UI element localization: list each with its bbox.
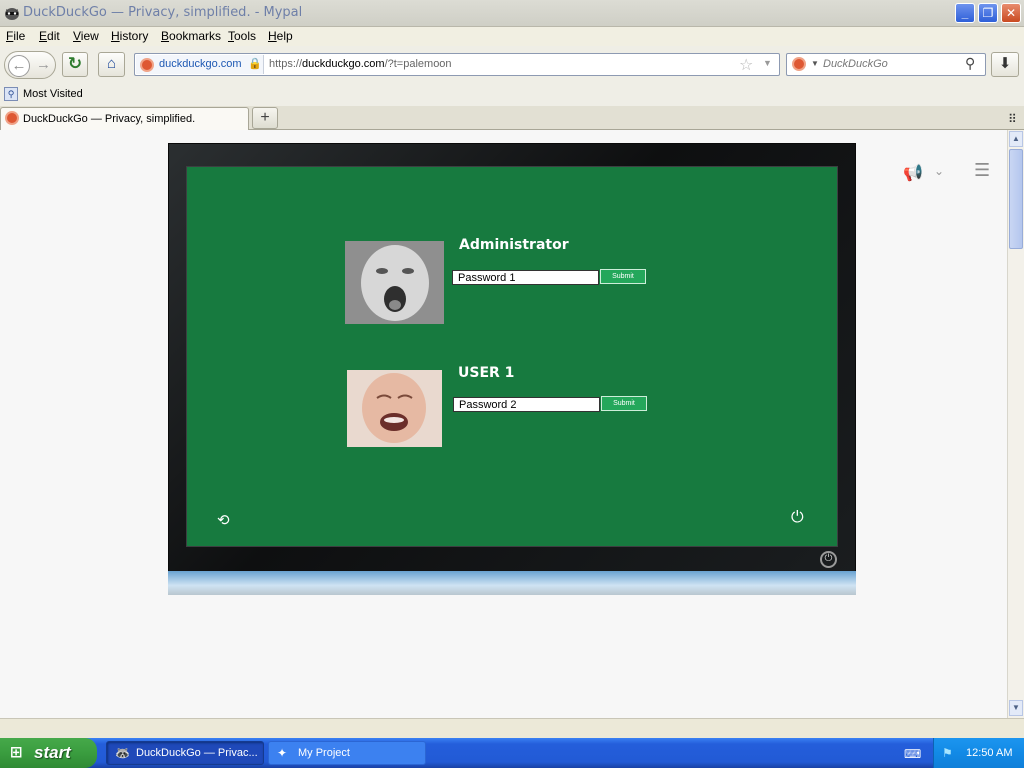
- menu-bookmarks[interactable]: Bookmarks: [161, 29, 221, 43]
- page-content: Administrator Password 1 Submit USER 1 P…: [0, 130, 1007, 718]
- user1-password-field[interactable]: Password 2: [453, 397, 600, 412]
- download-icon[interactable]: ⬇: [991, 52, 1019, 77]
- chevron-down-icon[interactable]: ⌄: [934, 164, 944, 178]
- hamburger-menu-icon[interactable]: ☰: [974, 160, 990, 181]
- back-forward-group: ← →: [4, 51, 56, 79]
- taskbar-item-label: My Project: [298, 747, 350, 759]
- url-query: /?t=palemoon: [384, 58, 452, 70]
- taskbar-item-my-project[interactable]: ✦ My Project: [268, 741, 426, 765]
- accessibility-icon[interactable]: ⟲: [217, 511, 230, 529]
- url-host: duckduckgo.com: [302, 58, 385, 70]
- duckduckgo-favicon-icon: [140, 58, 154, 72]
- navigation-toolbar: ← → ↻ ⌂ duckduckgo.com 🔒 https://duckduc…: [0, 46, 1024, 84]
- admin-submit-button[interactable]: Submit: [600, 269, 646, 284]
- reload-icon[interactable]: ↻: [62, 52, 88, 77]
- project-task-icon: ✦: [277, 746, 288, 760]
- lock-icon: 🔒: [248, 58, 262, 70]
- announcement-megaphone-icon[interactable]: 📢: [903, 163, 923, 183]
- keyboard-icon[interactable]: ⌨: [904, 747, 921, 761]
- window-title: DuckDuckGo — Privacy, simplified. - Mypa…: [23, 5, 303, 20]
- close-button[interactable]: ✕: [1001, 3, 1021, 23]
- taskbar: ⊞ start 🦝 DuckDuckGo — Privac... ✦ My Pr…: [0, 738, 1024, 768]
- user1-submit-button[interactable]: Submit: [601, 396, 647, 411]
- menu-edit[interactable]: Edit: [39, 29, 60, 43]
- bookmark-star-icon[interactable]: ☆: [739, 55, 753, 75]
- vertical-scrollbar[interactable]: ▲ ▼: [1007, 130, 1024, 718]
- clock[interactable]: 12:50 AM: [966, 747, 1012, 759]
- tab-list-icon[interactable]: ⠿: [1008, 112, 1017, 126]
- menu-history[interactable]: History: [111, 29, 148, 43]
- network-icon[interactable]: ⚑: [942, 746, 953, 760]
- monitor-frame: Administrator Password 1 Submit USER 1 P…: [168, 143, 856, 573]
- power-icon[interactable]: ⏻: [791, 509, 804, 527]
- menu-help[interactable]: Help: [268, 29, 293, 43]
- monitor-base: [168, 571, 856, 595]
- admin-avatar: [345, 241, 444, 324]
- bookmark-most-visited[interactable]: Most Visited: [23, 88, 83, 100]
- minimize-button[interactable]: _: [955, 3, 975, 23]
- back-arrow-icon[interactable]: ←: [8, 55, 30, 77]
- home-icon[interactable]: ⌂: [98, 52, 125, 77]
- tab-duckduckgo[interactable]: DuckDuckGo — Privacy, simplified.: [0, 107, 249, 130]
- scroll-thumb[interactable]: [1009, 149, 1023, 249]
- menu-tools[interactable]: Tools: [228, 29, 256, 43]
- search-engine-dropdown-icon[interactable]: ▼: [811, 59, 819, 68]
- restore-button[interactable]: ❐: [978, 3, 998, 23]
- tab-favicon-icon: [5, 111, 19, 125]
- address-bar[interactable]: duckduckgo.com 🔒 https://duckduckgo.com/…: [134, 53, 780, 76]
- bookmarks-toolbar: ⚲ Most Visited: [0, 84, 1024, 106]
- system-tray: ⚑ 12:50 AM: [933, 738, 1024, 768]
- mypal-raccoon-icon: [5, 8, 19, 20]
- menu-file[interactable]: File: [6, 29, 25, 43]
- monitor-power-icon[interactable]: ⏻: [820, 551, 837, 568]
- login-screen: Administrator Password 1 Submit USER 1 P…: [186, 166, 838, 547]
- taskbar-item-duckduckgo[interactable]: 🦝 DuckDuckGo — Privac...: [106, 741, 264, 765]
- menu-bar: File Edit View History Bookmarks Tools H…: [0, 27, 1024, 46]
- search-engine-icon[interactable]: [792, 57, 806, 71]
- search-input[interactable]: DuckDuckGo: [823, 58, 888, 70]
- start-label: start: [34, 743, 71, 762]
- user1-username: USER 1: [458, 365, 515, 381]
- taskbar-item-label: DuckDuckGo — Privac...: [136, 747, 258, 759]
- search-bar[interactable]: ▼ DuckDuckGo ⚲: [786, 53, 986, 76]
- site-identity-domain: duckduckgo.com: [159, 58, 242, 70]
- tab-strip: DuckDuckGo — Privacy, simplified. + ⠿: [0, 106, 1024, 130]
- admin-username: Administrator: [459, 237, 569, 253]
- forward-arrow-icon[interactable]: →: [36, 56, 51, 73]
- most-visited-folder-icon[interactable]: ⚲: [4, 87, 18, 101]
- windows-flag-icon: ⊞: [10, 744, 23, 761]
- tab-label: DuckDuckGo — Privacy, simplified.: [23, 113, 196, 125]
- admin-password-field[interactable]: Password 1: [452, 270, 599, 285]
- window-title-bar: DuckDuckGo — Privacy, simplified. - Mypa…: [0, 0, 1024, 27]
- url-history-dropdown-icon[interactable]: ▼: [763, 58, 772, 68]
- url-prefix: https://: [269, 58, 303, 70]
- scroll-down-icon[interactable]: ▼: [1009, 700, 1023, 716]
- mypal-task-icon: 🦝: [115, 746, 130, 760]
- user1-avatar: [347, 370, 442, 447]
- new-tab-button[interactable]: +: [252, 107, 278, 129]
- site-identity[interactable]: duckduckgo.com 🔒: [136, 55, 264, 74]
- search-icon[interactable]: ⚲: [965, 55, 975, 72]
- url-text[interactable]: https://duckduckgo.com/?t=palemoon: [269, 58, 452, 70]
- status-bar: [0, 718, 1024, 738]
- menu-view[interactable]: View: [73, 29, 99, 43]
- start-button[interactable]: ⊞ start: [0, 738, 97, 768]
- scroll-up-icon[interactable]: ▲: [1009, 131, 1023, 147]
